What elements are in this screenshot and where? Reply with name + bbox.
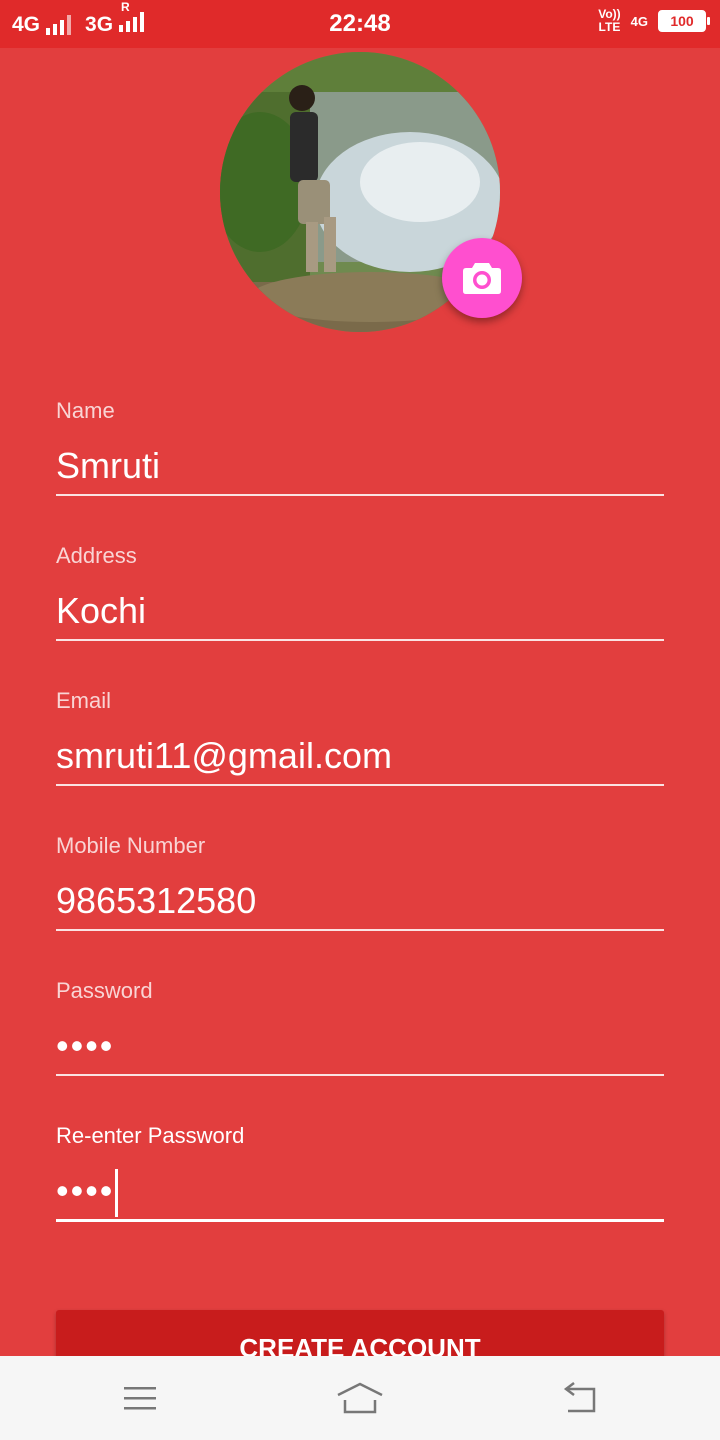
email-underline: [56, 784, 664, 786]
text-cursor: [115, 1169, 119, 1218]
volte-indicator: Vo)) LTE: [598, 8, 620, 34]
menu-button[interactable]: [110, 1376, 170, 1420]
mobile-label: Mobile Number: [56, 833, 206, 858]
battery-level: 100: [670, 13, 694, 29]
home-icon: [337, 1382, 383, 1414]
mobile-underline: [56, 929, 664, 931]
status-right: Vo)) LTE 4G 100: [598, 8, 710, 34]
mobile-input[interactable]: 9865312580: [56, 873, 664, 929]
email-input[interactable]: smruti11@gmail.com: [56, 728, 664, 784]
battery-icon: 100: [658, 10, 710, 32]
reenter-password-field[interactable]: Re-enter Password ••••: [56, 1121, 664, 1222]
mobile-field[interactable]: Mobile Number 9865312580: [56, 831, 664, 931]
status-bar: 4G 3G R 22:48 Vo)) LTE 4G 100: [0, 0, 720, 48]
menu-icon: [124, 1387, 156, 1410]
name-underline: [56, 494, 664, 496]
navigation-bar: [0, 1356, 720, 1440]
email-label: Email: [56, 688, 112, 713]
address-field[interactable]: Address Kochi: [56, 541, 664, 641]
name-label: Name: [56, 398, 115, 423]
password-field[interactable]: Password ••••: [56, 976, 664, 1076]
password-label: Password: [56, 978, 153, 1003]
reenter-password-underline: [56, 1219, 664, 1222]
volte-bottom: LTE: [598, 20, 621, 34]
network-label-3: 4G: [630, 13, 648, 29]
home-button[interactable]: [330, 1376, 390, 1420]
address-input[interactable]: Kochi: [56, 583, 664, 639]
reenter-password-label: Re-enter Password: [56, 1123, 245, 1148]
address-underline: [56, 639, 664, 641]
password-input[interactable]: ••••: [56, 1018, 664, 1074]
name-field[interactable]: Name Smruti: [56, 396, 664, 496]
name-input[interactable]: Smruti: [56, 438, 664, 494]
address-label: Address: [56, 543, 137, 568]
camera-icon: [463, 263, 501, 294]
back-button[interactable]: [550, 1376, 610, 1420]
change-photo-button[interactable]: [442, 238, 522, 318]
email-field[interactable]: Email smruti11@gmail.com: [56, 686, 664, 786]
reenter-password-input[interactable]: ••••: [56, 1163, 664, 1219]
password-underline: [56, 1074, 664, 1076]
reenter-password-value: ••••: [56, 1170, 115, 1211]
back-icon: [563, 1382, 596, 1413]
